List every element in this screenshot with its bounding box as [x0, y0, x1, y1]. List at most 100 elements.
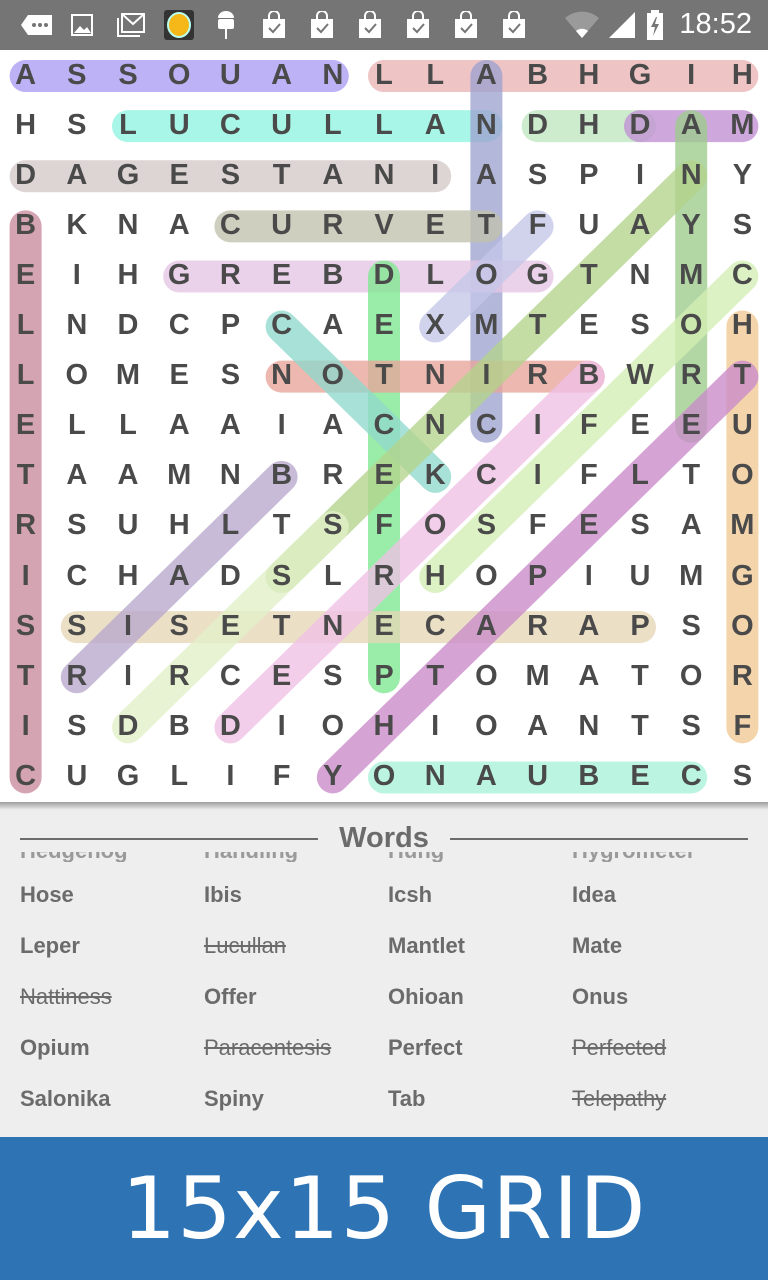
grid-cell[interactable]: O — [461, 651, 511, 701]
grid-cell[interactable]: E — [359, 451, 409, 501]
grid-cell[interactable]: A — [615, 200, 665, 250]
grid-cell[interactable]: S — [717, 751, 767, 801]
grid-cell[interactable]: L — [308, 100, 358, 150]
grid-cell[interactable]: I — [461, 351, 511, 401]
grid-cell[interactable]: T — [359, 351, 409, 401]
grid-cell[interactable]: N — [666, 150, 716, 200]
grid-cell[interactable]: L — [52, 401, 102, 451]
grid-cell[interactable]: S — [615, 301, 665, 351]
grid-cell[interactable]: O — [717, 601, 767, 651]
grid-cell[interactable]: R — [52, 651, 102, 701]
grid-cell[interactable]: E — [154, 351, 204, 401]
grid-cell[interactable]: N — [308, 601, 358, 651]
grid-cell[interactable]: A — [154, 200, 204, 250]
grid-cell[interactable]: O — [461, 551, 511, 601]
grid-cell[interactable]: R — [154, 651, 204, 701]
grid-cell[interactable]: S — [103, 50, 153, 100]
grid-cell[interactable]: D — [615, 100, 665, 150]
grid-cell[interactable]: D — [359, 250, 409, 300]
grid-cell[interactable]: F — [513, 200, 563, 250]
grid-cell[interactable]: R — [205, 250, 255, 300]
grid-cell[interactable]: L — [615, 451, 665, 501]
grid-cell[interactable]: R — [1, 501, 51, 551]
grid-cell[interactable]: P — [359, 651, 409, 701]
grid-cell[interactable]: C — [205, 100, 255, 150]
grid-cell[interactable]: U — [257, 200, 307, 250]
grid-cell[interactable]: E — [564, 501, 614, 551]
grid-cell[interactable]: S — [205, 150, 255, 200]
grid-cell[interactable]: L — [103, 401, 153, 451]
grid-cell[interactable]: B — [154, 701, 204, 751]
grid-cell[interactable]: C — [717, 250, 767, 300]
grid-cell[interactable]: T — [257, 150, 307, 200]
grid-cell[interactable]: S — [154, 601, 204, 651]
grid-cell[interactable]: H — [564, 100, 614, 150]
grid-cell[interactable]: S — [666, 601, 716, 651]
grid-cell[interactable]: C — [1, 751, 51, 801]
grid-cell[interactable]: M — [513, 651, 563, 701]
grid-cell[interactable]: F — [564, 451, 614, 501]
grid-cell[interactable]: Y — [717, 150, 767, 200]
grid-cell[interactable]: A — [513, 701, 563, 751]
grid-cell[interactable]: I — [205, 751, 255, 801]
grid-cell[interactable]: H — [103, 551, 153, 601]
grid-cell[interactable]: R — [308, 200, 358, 250]
grid-cell[interactable]: O — [666, 651, 716, 701]
grid-cell[interactable]: P — [564, 150, 614, 200]
grid-cell[interactable]: C — [359, 401, 409, 451]
grid-cell[interactable]: N — [103, 200, 153, 250]
grid-cell[interactable]: M — [666, 551, 716, 601]
grid-cell[interactable]: U — [615, 551, 665, 601]
grid-cell[interactable]: A — [666, 100, 716, 150]
grid-cell[interactable]: S — [513, 150, 563, 200]
grid-cell[interactable]: E — [359, 301, 409, 351]
grid-cell[interactable]: N — [205, 451, 255, 501]
grid-cell[interactable]: G — [513, 250, 563, 300]
grid-cell[interactable]: I — [410, 701, 460, 751]
grid-cell[interactable]: A — [308, 150, 358, 200]
grid-cell[interactable]: A — [308, 301, 358, 351]
grid-cell[interactable]: T — [615, 651, 665, 701]
grid-cell[interactable]: B — [1, 200, 51, 250]
grid-cell[interactable]: E — [666, 401, 716, 451]
grid-cell[interactable]: T — [564, 250, 614, 300]
grid-cell[interactable]: L — [359, 100, 409, 150]
grid-cell[interactable]: U — [154, 100, 204, 150]
grid-cell[interactable]: E — [1, 250, 51, 300]
grid-cell[interactable]: I — [513, 451, 563, 501]
grid-cell[interactable]: C — [461, 401, 511, 451]
grid-cell[interactable]: A — [154, 401, 204, 451]
grid-cell[interactable]: I — [1, 701, 51, 751]
grid-cell[interactable]: K — [52, 200, 102, 250]
grid-cell[interactable]: F — [564, 401, 614, 451]
grid-cell[interactable]: L — [103, 100, 153, 150]
grid-cell[interactable]: O — [308, 351, 358, 401]
grid-cell[interactable]: N — [410, 351, 460, 401]
grid-cell[interactable]: H — [410, 551, 460, 601]
grid-cell[interactable]: R — [717, 651, 767, 701]
grid-cell[interactable]: H — [564, 50, 614, 100]
grid-cell[interactable]: I — [615, 150, 665, 200]
grid-cell[interactable]: S — [461, 501, 511, 551]
grid-cell[interactable]: S — [52, 501, 102, 551]
grid-cell[interactable]: S — [1, 601, 51, 651]
grid-cell[interactable]: E — [359, 601, 409, 651]
grid-cell[interactable]: R — [513, 601, 563, 651]
grid-cell[interactable]: L — [410, 50, 460, 100]
grid-cell[interactable]: T — [513, 301, 563, 351]
grid-cell[interactable]: P — [205, 301, 255, 351]
grid-cell[interactable]: O — [359, 751, 409, 801]
grid-cell[interactable]: A — [461, 150, 511, 200]
grid-cell[interactable]: B — [564, 351, 614, 401]
grid-cell[interactable]: H — [359, 701, 409, 751]
grid-cell[interactable]: Y — [666, 200, 716, 250]
grid-cell[interactable]: A — [103, 451, 153, 501]
grid-cell[interactable]: A — [564, 651, 614, 701]
grid-cell[interactable]: P — [615, 601, 665, 651]
grid-cell[interactable]: A — [461, 50, 511, 100]
grid-cell[interactable]: U — [257, 100, 307, 150]
grid-cell[interactable]: S — [308, 501, 358, 551]
grid-cell[interactable]: A — [257, 50, 307, 100]
grid-cell[interactable]: E — [564, 301, 614, 351]
grid-cell[interactable]: S — [205, 351, 255, 401]
